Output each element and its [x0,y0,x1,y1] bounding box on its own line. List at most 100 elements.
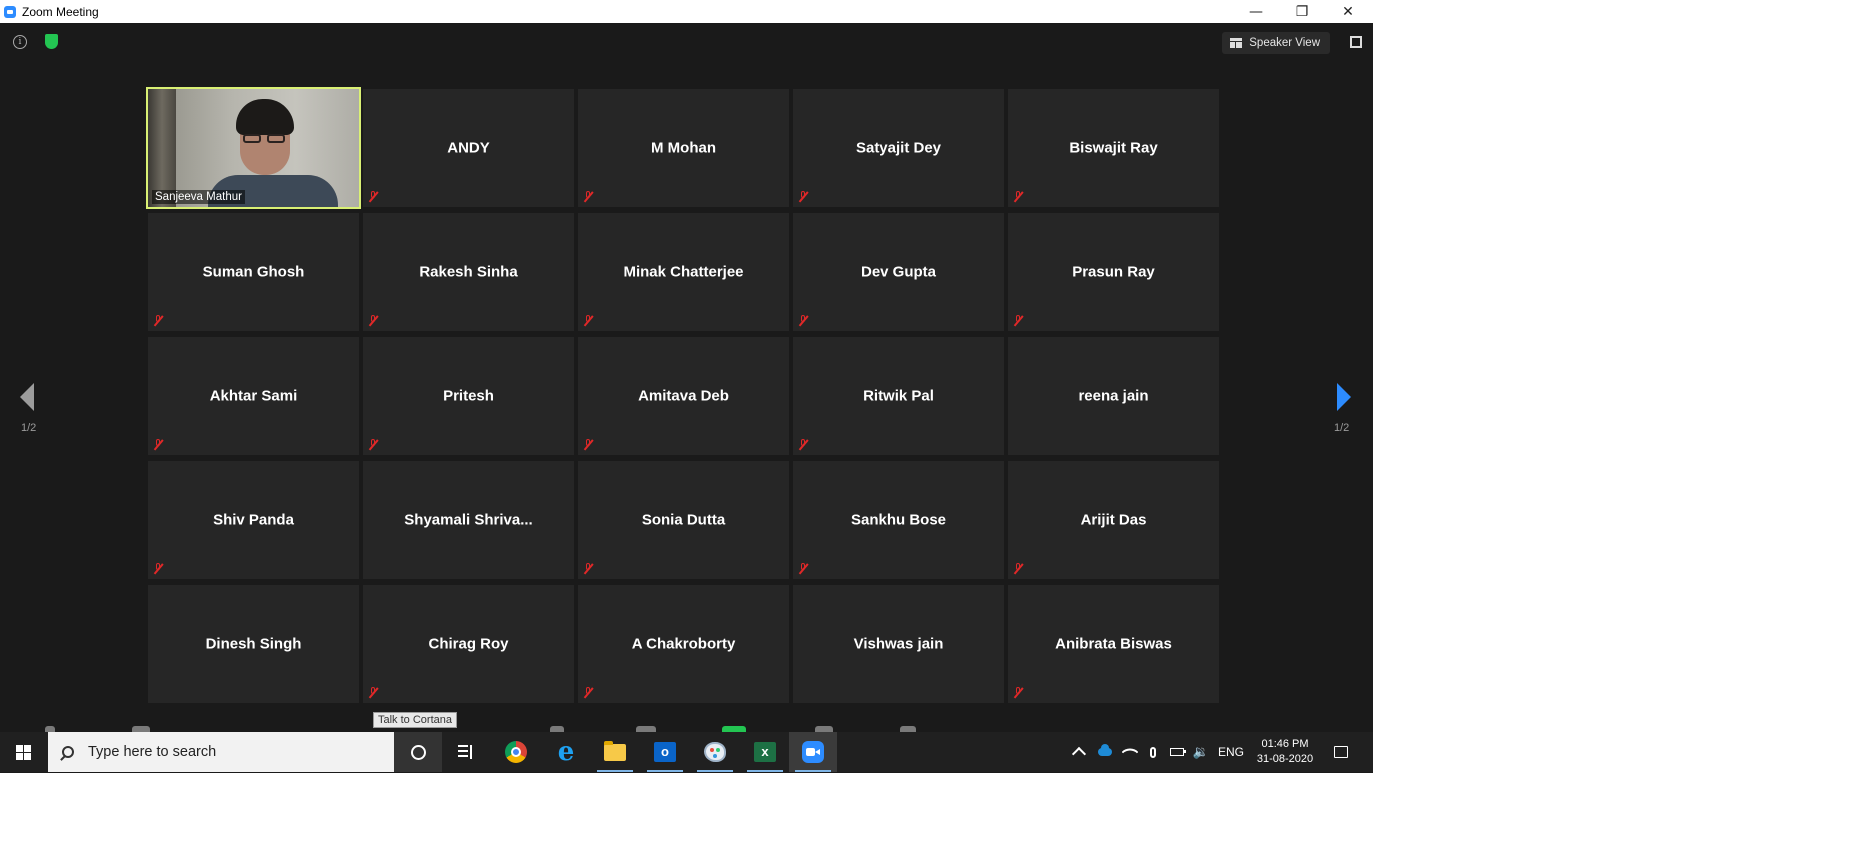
participant-tile[interactable]: Shiv Panda [148,461,359,579]
action-center-button[interactable] [1328,732,1354,772]
file-explorer-taskbar-button[interactable] [591,732,639,772]
participant-name: Chirag Roy [428,635,509,653]
zoom-window: Zoom Meeting — ❐ ✕ i Speaker View 1/2 1/… [0,0,1373,773]
participant-name: M Mohan [651,139,716,157]
info-icon[interactable]: i [13,35,27,49]
muted-mic-icon [368,439,378,450]
participant-tile[interactable]: Satyajit Dey [793,89,1004,207]
paint-taskbar-button[interactable] [691,732,739,772]
participant-name: Sankhu Bose [850,511,947,529]
participant-tile[interactable]: Prasun Ray [1008,213,1219,331]
participant-name: reena jain [1078,387,1149,405]
volume-tray[interactable]: 🔉 [1190,732,1212,772]
participant-tile[interactable]: Biswajit Ray [1008,89,1219,207]
outlook-taskbar-button[interactable]: o [641,732,689,772]
participant-tile[interactable]: Suman Ghosh [148,213,359,331]
muted-mic-icon [153,439,163,450]
speaker-icon: 🔉 [1192,744,1210,760]
speaker-view-button[interactable]: Speaker View [1222,32,1330,54]
muted-mic-icon [798,439,808,450]
participant-tile[interactable]: Minak Chatterjee [578,213,789,331]
participant-name: Satyajit Dey [855,139,942,157]
participant-video-tile[interactable]: Sanjeeva Mathur [146,87,361,209]
clock[interactable]: 01:46 PM 31-08-2020 [1250,732,1320,772]
participant-name: Rakesh Sinha [419,263,518,281]
network-tray[interactable] [1120,732,1140,772]
show-hidden-icons-button[interactable] [1070,732,1088,772]
language-indicator[interactable]: ENG [1216,732,1246,772]
security-shield-icon[interactable] [45,34,58,49]
participant-tile[interactable]: M Mohan [578,89,789,207]
grid-icon [1230,38,1243,48]
meeting-top-bar: i Speaker View [0,23,1373,63]
chevron-up-icon [1071,746,1087,762]
zoom-taskbar-button[interactable] [789,732,837,772]
participant-name: Minak Chatterjee [623,263,744,281]
next-page-arrow-icon[interactable] [1337,383,1351,411]
fullscreen-icon[interactable] [1350,36,1362,48]
minimize-button[interactable]: — [1233,0,1279,23]
participant-name: Amitava Deb [638,387,729,405]
participant-tile[interactable]: Chirag Roy [363,585,574,703]
muted-mic-icon [1013,563,1023,574]
close-button[interactable]: ✕ [1325,0,1371,23]
participant-tile[interactable]: ANDY [363,89,574,207]
participant-tile[interactable]: A Chakroborty [578,585,789,703]
participant-tile[interactable]: Sonia Dutta [578,461,789,579]
participant-name: Biswajit Ray [1069,139,1158,157]
participant-name: Shyamali Shriva... [404,511,533,529]
participant-tile[interactable]: Shyamali Shriva... [363,461,574,579]
task-view-button[interactable] [442,732,490,772]
page-indicator-right: 1/2 [1334,422,1350,434]
participant-tile[interactable]: Akhtar Sami [148,337,359,455]
muted-mic-icon [368,315,378,326]
muted-mic-icon [583,687,593,698]
internet-explorer-icon: e [557,737,575,767]
zoom-logo-icon [4,5,16,18]
participant-tile[interactable]: Amitava Deb [578,337,789,455]
participant-tile[interactable]: Vishwas jain [793,585,1004,703]
folder-icon [604,740,626,761]
participant-tile[interactable]: reena jain [1008,337,1219,455]
muted-mic-icon [798,563,808,574]
participant-name: A Chakroborty [631,635,736,653]
edge-taskbar-button[interactable]: e [542,732,590,772]
excel-taskbar-button[interactable]: x [741,732,789,772]
task-view-icon [458,745,474,759]
participant-name: Dev Gupta [860,263,936,281]
participant-tile[interactable]: Rakesh Sinha [363,213,574,331]
microphone-tray[interactable] [1144,732,1162,772]
start-button[interactable] [0,732,48,772]
previous-page-arrow-icon[interactable] [20,383,34,411]
muted-mic-icon [1013,315,1023,326]
muted-mic-icon [798,315,808,326]
muted-mic-icon [583,315,593,326]
page-indicator-left: 1/2 [21,422,37,434]
muted-mic-icon [583,439,593,450]
chrome-taskbar-button[interactable] [492,732,540,772]
battery-tray[interactable] [1166,732,1188,772]
restore-button[interactable]: ❐ [1279,0,1325,23]
title-bar: Zoom Meeting — ❐ ✕ [0,0,1373,23]
muted-mic-icon [583,563,593,574]
wifi-icon [1121,743,1139,761]
participant-name: Anibrata Biswas [1055,635,1172,653]
muted-mic-icon [583,191,593,202]
cortana-button[interactable] [394,732,442,772]
participant-name: Pritesh [443,387,494,405]
onedrive-tray[interactable] [1094,732,1116,772]
participant-tile[interactable]: Arijit Das [1008,461,1219,579]
search-icon [62,746,74,758]
paint-icon [704,742,726,762]
participant-tile[interactable]: Pritesh [363,337,574,455]
participant-tile[interactable]: Dev Gupta [793,213,1004,331]
outlook-icon: o [654,742,676,762]
taskbar-search-box[interactable]: Type here to search [48,732,394,772]
participant-name: Arijit Das [1080,511,1147,529]
participant-tile[interactable]: Sankhu Bose [793,461,1004,579]
participant-tile[interactable]: Ritwik Pal [793,337,1004,455]
excel-icon: x [754,742,776,762]
participant-tile[interactable]: Dinesh Singh [148,585,359,703]
participant-tile[interactable]: Anibrata Biswas [1008,585,1219,703]
windows-logo-icon [16,745,23,752]
